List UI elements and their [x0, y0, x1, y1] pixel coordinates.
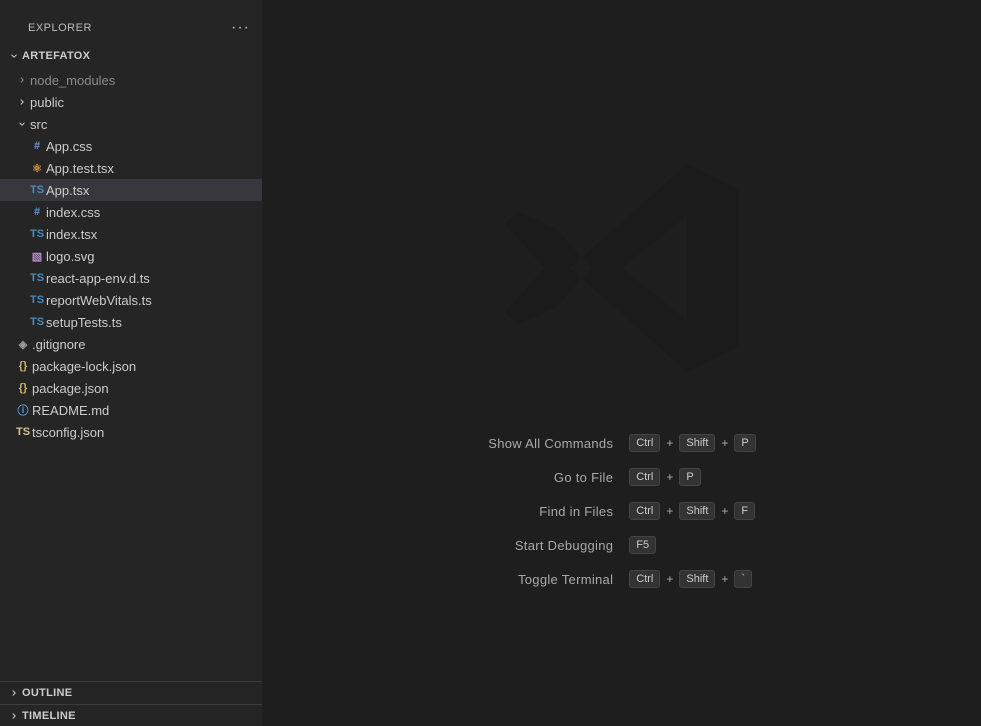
key-ctrl: Ctrl: [629, 570, 660, 588]
key-ctrl: Ctrl: [629, 434, 660, 452]
shortcut-keys-gotofile: Ctrl + P: [629, 468, 756, 486]
key-ctrl: Ctrl: [629, 502, 660, 520]
folder-src[interactable]: src: [0, 113, 262, 135]
file-label: index.css: [46, 205, 100, 220]
file-label: App.css: [46, 139, 92, 154]
css-icon: #: [28, 206, 46, 218]
plus-icon: +: [666, 436, 673, 450]
explorer-title: EXPLORER: [12, 22, 92, 34]
file-app-tsx[interactable]: TS App.tsx: [0, 179, 262, 201]
file-app-test[interactable]: ⚛ App.test.tsx: [0, 157, 262, 179]
shortcut-label-debug: Start Debugging: [488, 538, 613, 553]
explorer-sidebar: EXPLORER ··· ARTEFATOX node_modules publ…: [0, 0, 263, 726]
file-label: .gitignore: [32, 337, 85, 352]
key-shift: Shift: [679, 502, 715, 520]
svg-icon: ▧: [28, 250, 46, 263]
json-icon: {}: [14, 382, 32, 394]
plus-icon: +: [721, 572, 728, 586]
plus-icon: +: [666, 572, 673, 586]
file-logo-svg[interactable]: ▧ logo.svg: [0, 245, 262, 267]
chevron-right-icon: [6, 688, 22, 698]
file-label: reportWebVitals.ts: [46, 293, 152, 308]
ts-icon: TS: [28, 316, 46, 328]
json-icon: {}: [14, 360, 32, 372]
file-label: App.tsx: [46, 183, 89, 198]
plus-icon: +: [721, 436, 728, 450]
chevron-right-icon: [14, 75, 30, 85]
welcome-shortcuts: Show All Commands Ctrl + Shift + P Go to…: [488, 434, 756, 588]
tsconfig-icon: TS: [14, 426, 32, 438]
file-index-css[interactable]: # index.css: [0, 201, 262, 223]
file-package-json[interactable]: {} package.json: [0, 377, 262, 399]
editor-welcome-area: Show All Commands Ctrl + Shift + P Go to…: [263, 0, 981, 726]
shortcut-keys-terminal: Ctrl + Shift + `: [629, 570, 756, 588]
plus-icon: +: [666, 504, 673, 518]
key-p: P: [679, 468, 700, 486]
project-name: ARTEFATOX: [22, 50, 90, 62]
folder-label: node_modules: [30, 73, 115, 88]
outline-label: OUTLINE: [22, 687, 72, 699]
folder-label: public: [30, 95, 64, 110]
file-react-env[interactable]: TS react-app-env.d.ts: [0, 267, 262, 289]
file-label: package.json: [32, 381, 109, 396]
file-index-tsx[interactable]: TS index.tsx: [0, 223, 262, 245]
project-section-header[interactable]: ARTEFATOX: [0, 45, 262, 67]
timeline-label: TIMELINE: [22, 710, 76, 722]
file-label: react-app-env.d.ts: [46, 271, 150, 286]
file-setup-tests[interactable]: TS setupTests.ts: [0, 311, 262, 333]
key-p: P: [734, 434, 755, 452]
file-label: package-lock.json: [32, 359, 136, 374]
file-app-css[interactable]: # App.css: [0, 135, 262, 157]
sidebar-bottom-sections: OUTLINE TIMELINE: [0, 681, 262, 726]
shortcut-label-terminal: Toggle Terminal: [488, 572, 613, 587]
more-actions-icon[interactable]: ···: [231, 19, 250, 37]
timeline-section-header[interactable]: TIMELINE: [0, 704, 262, 726]
shortcut-label-gotofile: Go to File: [488, 470, 613, 485]
file-tsconfig[interactable]: TS tsconfig.json: [0, 421, 262, 443]
file-readme[interactable]: ⓘ README.md: [0, 399, 262, 421]
ts-icon: TS: [28, 228, 46, 240]
chevron-right-icon: [6, 711, 22, 721]
file-package-lock[interactable]: {} package-lock.json: [0, 355, 262, 377]
key-shift: Shift: [679, 570, 715, 588]
file-label: tsconfig.json: [32, 425, 104, 440]
file-label: App.test.tsx: [46, 161, 114, 176]
plus-icon: +: [721, 504, 728, 518]
folder-public[interactable]: public: [0, 91, 262, 113]
key-f: F: [734, 502, 755, 520]
key-shift: Shift: [679, 434, 715, 452]
ts-icon: TS: [28, 184, 46, 196]
folder-node-modules[interactable]: node_modules: [0, 69, 262, 91]
shortcut-keys-debug: F5: [629, 536, 756, 554]
chevron-down-icon: [6, 51, 22, 61]
folder-label: src: [30, 117, 47, 132]
chevron-right-icon: [14, 97, 30, 107]
shortcut-keys-commands: Ctrl + Shift + P: [629, 434, 756, 452]
key-ctrl: Ctrl: [629, 468, 660, 486]
info-icon: ⓘ: [14, 402, 32, 418]
explorer-header: EXPLORER ···: [0, 10, 262, 45]
file-label: README.md: [32, 403, 109, 418]
shortcut-keys-findfiles: Ctrl + Shift + F: [629, 502, 756, 520]
outline-section-header[interactable]: OUTLINE: [0, 682, 262, 704]
file-gitignore[interactable]: ◈ .gitignore: [0, 333, 262, 355]
plus-icon: +: [666, 470, 673, 484]
file-tree: node_modules public src # App.css ⚛ App.…: [0, 67, 262, 681]
ts-icon: TS: [28, 272, 46, 284]
css-icon: #: [28, 140, 46, 152]
ts-icon: TS: [28, 294, 46, 306]
vscode-logo-icon: [492, 138, 752, 398]
shortcut-label-commands: Show All Commands: [488, 436, 613, 451]
file-label: setupTests.ts: [46, 315, 122, 330]
test-icon: ⚛: [28, 162, 46, 175]
file-report-web-vitals[interactable]: TS reportWebVitals.ts: [0, 289, 262, 311]
key-backtick: `: [734, 570, 752, 588]
shortcut-label-findfiles: Find in Files: [488, 504, 613, 519]
file-label: logo.svg: [46, 249, 94, 264]
gitignore-icon: ◈: [14, 338, 32, 351]
file-label: index.tsx: [46, 227, 97, 242]
key-f5: F5: [629, 536, 656, 554]
chevron-down-icon: [14, 119, 30, 129]
